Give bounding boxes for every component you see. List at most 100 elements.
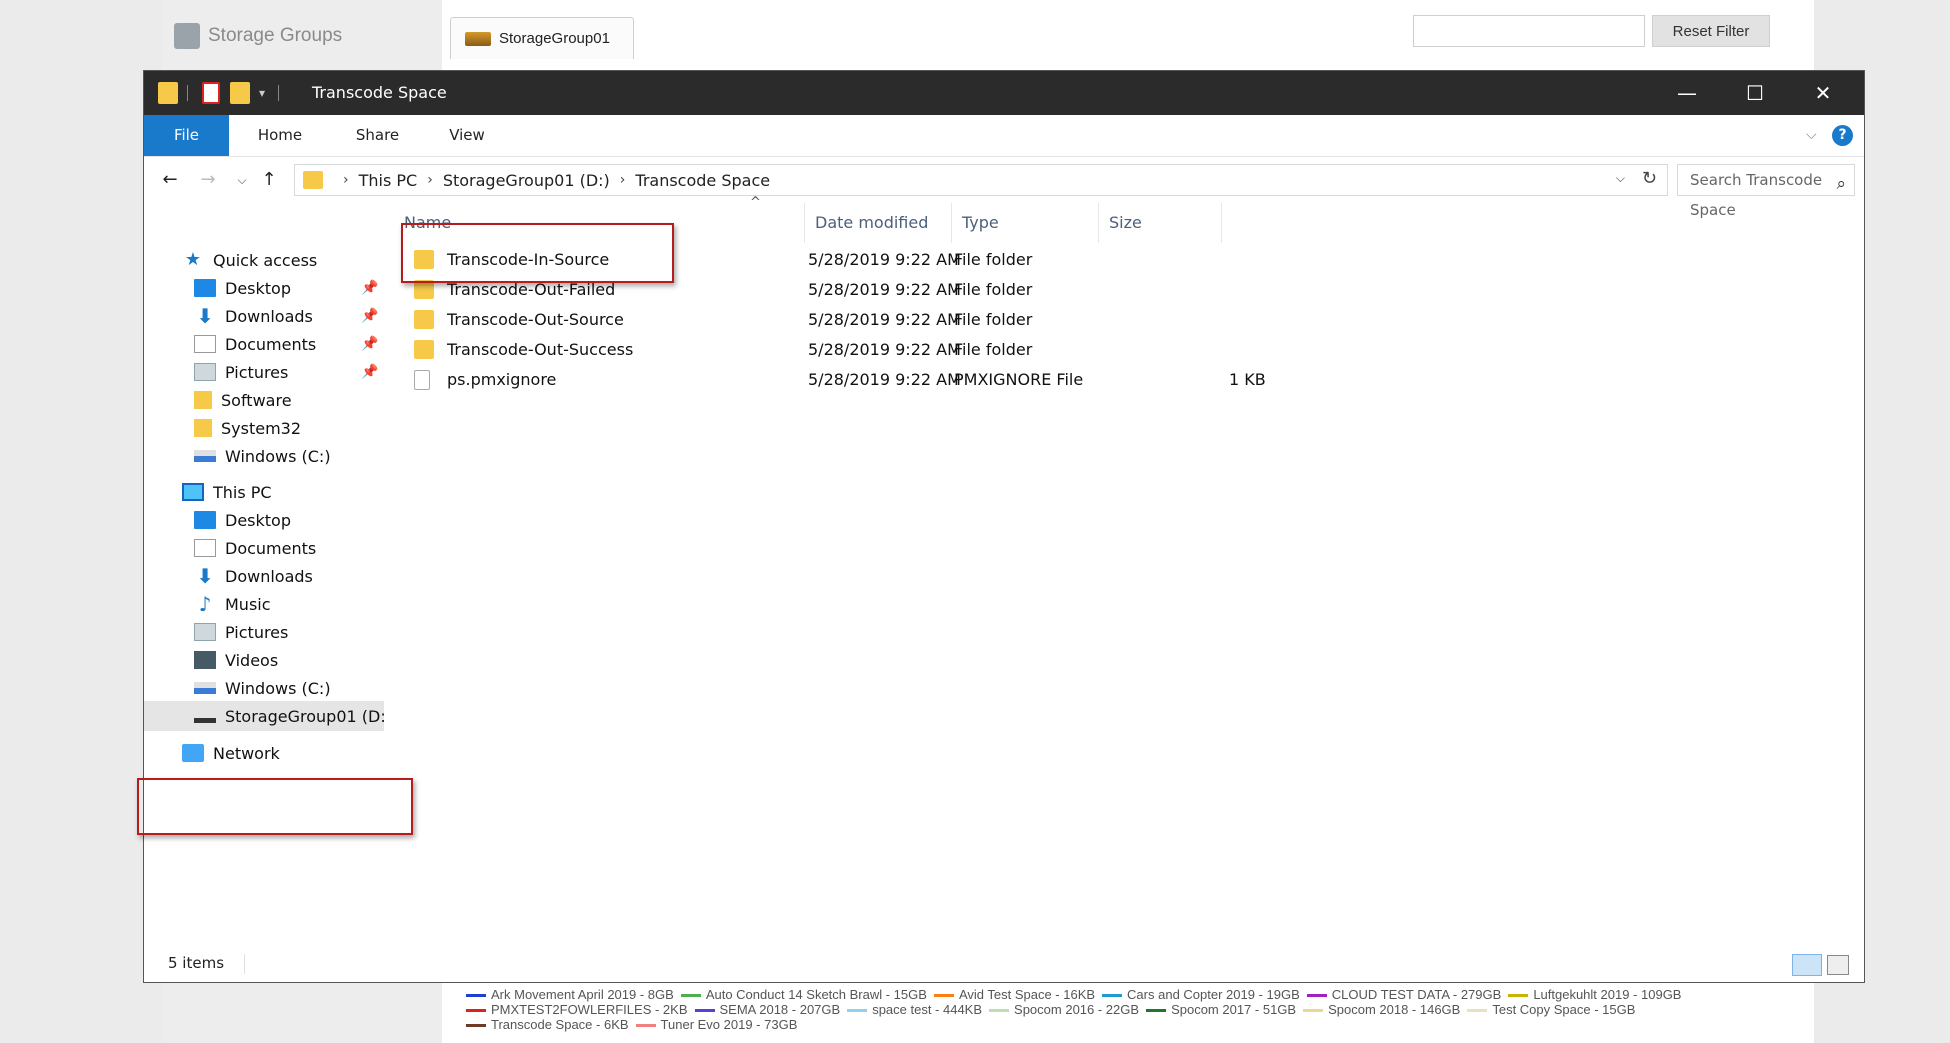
large-icons-view-icon[interactable]: [1827, 955, 1849, 975]
legend-item: CLOUD TEST DATA - 279GB: [1306, 987, 1501, 1002]
tab-home[interactable]: Home: [229, 115, 331, 156]
reset-filter-button[interactable]: Reset Filter: [1652, 15, 1770, 47]
maximize-button[interactable]: ☐: [1721, 71, 1789, 115]
legend-item: Spocom 2017 - 51GB: [1146, 1002, 1296, 1017]
nav-label: Music: [225, 594, 271, 614]
nav-qa-windows-c[interactable]: Windows (C:): [194, 442, 331, 470]
nav-label: Downloads: [225, 306, 313, 326]
legend-swatch: [466, 1009, 486, 1013]
nav-pc-pictures[interactable]: Pictures: [194, 618, 288, 646]
forward-icon[interactable]: →: [196, 167, 220, 193]
legend-swatch: [1508, 994, 1529, 998]
breadcrumb-separator[interactable]: ›: [620, 172, 626, 188]
file-date: 5/28/2019 9:22 AM: [808, 310, 961, 329]
nav-qa-desktop[interactable]: Desktop: [194, 274, 291, 302]
file-name: Transcode-Out-Failed: [447, 280, 616, 299]
file-row[interactable]: Transcode-Out-Success 5/28/2019 9:22 AM …: [394, 335, 1294, 365]
chart-legend: Ark Movement April 2019 - 8GB Auto Conduc…: [466, 987, 1796, 1032]
customize-toolbar-icon[interactable]: ▾: [259, 82, 271, 104]
file-icon: [414, 370, 430, 390]
nav-qa-software[interactable]: Software: [194, 386, 292, 414]
legend-label: Luftgekuhlt 2019 - 109GB: [1533, 987, 1682, 1002]
new-folder-icon[interactable]: [230, 82, 250, 104]
legend-label: Auto Conduct 14 Sketch Brawl - 15GB: [705, 987, 927, 1002]
nav-label: Pictures: [225, 622, 289, 642]
recent-locations-icon[interactable]: ⌵: [230, 167, 254, 193]
status-bar: 5 items: [144, 946, 1864, 982]
nav-pc-documents[interactable]: Documents: [194, 534, 316, 562]
expand-ribbon-icon[interactable]: ⌵: [1806, 127, 1817, 143]
folder-icon: [158, 82, 178, 104]
star-icon: ★: [184, 249, 202, 270]
breadcrumb-storagegroup01[interactable]: StorageGroup01 (D:): [443, 171, 610, 190]
breadcrumb-this-pc[interactable]: This PC: [359, 171, 418, 190]
help-icon[interactable]: ?: [1832, 125, 1853, 146]
breadcrumb-separator[interactable]: ›: [343, 172, 349, 188]
address-bar[interactable]: › This PC › StorageGroup01 (D:) › Transc…: [294, 164, 1668, 196]
legend-swatch: [694, 1009, 715, 1013]
breadcrumb-separator[interactable]: ›: [427, 172, 433, 188]
file-row[interactable]: Transcode-In-Source 5/28/2019 9:22 AM Fi…: [394, 245, 1294, 275]
nav-quick-access[interactable]: ★ Quick access: [182, 246, 317, 274]
file-row[interactable]: Transcode-Out-Failed 5/28/2019 9:22 AM F…: [394, 275, 1294, 305]
nav-qa-pictures[interactable]: Pictures: [194, 358, 288, 386]
nav-network[interactable]: Network: [182, 739, 280, 767]
downloads-icon: ⬇: [196, 564, 214, 588]
title-bar[interactable]: ▾ Transcode Space — ☐ ✕: [144, 71, 1864, 115]
nav-pc-storagegroup01[interactable]: StorageGroup01 (D:: [194, 702, 386, 730]
tab-file[interactable]: File: [144, 115, 229, 156]
file-type: File folder: [954, 310, 1033, 329]
column-date-modified[interactable]: Date modified: [805, 203, 952, 243]
legend-swatch: [1303, 1009, 1324, 1013]
legend-label: Cars and Copter 2019 - 19GB: [1127, 987, 1300, 1002]
legend-swatch: [847, 1009, 868, 1013]
refresh-icon[interactable]: ↻: [1642, 168, 1657, 189]
legend-label: Ark Movement April 2019 - 8GB: [491, 987, 674, 1002]
column-name[interactable]: Name: [394, 203, 805, 243]
nav-label: Pictures: [225, 362, 289, 382]
nav-pc-videos[interactable]: Videos: [194, 646, 278, 674]
legend-swatch: [1306, 994, 1327, 998]
nav-pc-music[interactable]: ♪ Music: [194, 590, 271, 618]
nav-pc-desktop[interactable]: Desktop: [194, 506, 291, 534]
column-headers: ^ Name Date modified Type Size: [394, 195, 1794, 243]
back-icon[interactable]: ←: [158, 167, 182, 193]
nav-this-pc[interactable]: This PC: [182, 478, 272, 506]
legend-label: PMXTEST2FOWLERFILES - 2KB: [491, 1002, 688, 1017]
tab-share[interactable]: Share: [331, 115, 424, 156]
nav-pc-windows-c[interactable]: Windows (C:): [194, 674, 331, 702]
nav-qa-downloads[interactable]: ⬇ Downloads: [194, 302, 313, 330]
navigation-pane: ★ Quick access Desktop 📌 ⬇ Downloads 📌 Doc…: [144, 203, 386, 943]
close-button[interactable]: ✕: [1789, 71, 1857, 115]
legend-item: Luftgekuhlt 2019 - 109GB: [1508, 987, 1681, 1002]
storage-group-tab[interactable]: StorageGroup01: [450, 17, 634, 59]
search-input[interactable]: Search Transcode Space ⌕: [1677, 164, 1855, 219]
up-icon[interactable]: ↑: [257, 167, 281, 193]
legend-swatch: [466, 994, 486, 998]
nav-qa-system32[interactable]: System32: [194, 414, 301, 442]
nav-label: Documents: [225, 538, 317, 558]
filter-input[interactable]: [1413, 15, 1645, 47]
nav-pc-downloads[interactable]: ⬇ Downloads: [194, 562, 313, 590]
legend-swatch: [1102, 994, 1123, 998]
column-type[interactable]: Type: [952, 203, 1099, 243]
storage-groups-header[interactable]: Storage Groups: [174, 20, 342, 52]
address-dropdown-icon[interactable]: ⌵: [1616, 171, 1625, 186]
pin-icon: 📌: [361, 364, 379, 380]
file-row[interactable]: ps.pmxignore 5/28/2019 9:22 AM PMXIGNORE…: [394, 365, 1294, 395]
breadcrumb-transcode-space[interactable]: Transcode Space: [635, 171, 770, 190]
nav-label: This PC: [213, 482, 272, 502]
column-size[interactable]: Size: [1099, 203, 1222, 243]
tab-view[interactable]: View: [424, 115, 510, 156]
details-view-icon[interactable]: [1792, 954, 1822, 976]
storage-stack-icon: [465, 31, 491, 46]
file-type: File folder: [954, 340, 1033, 359]
folder-icon: [414, 250, 434, 269]
legend-swatch: [635, 1024, 656, 1028]
file-row[interactable]: Transcode-Out-Source 5/28/2019 9:22 AM F…: [394, 305, 1294, 335]
search-icon[interactable]: ⌕: [1836, 169, 1846, 199]
minimize-button[interactable]: —: [1653, 71, 1721, 115]
folder-icon: [414, 280, 434, 299]
nav-qa-documents[interactable]: Documents: [194, 330, 316, 358]
properties-icon[interactable]: [202, 82, 220, 104]
